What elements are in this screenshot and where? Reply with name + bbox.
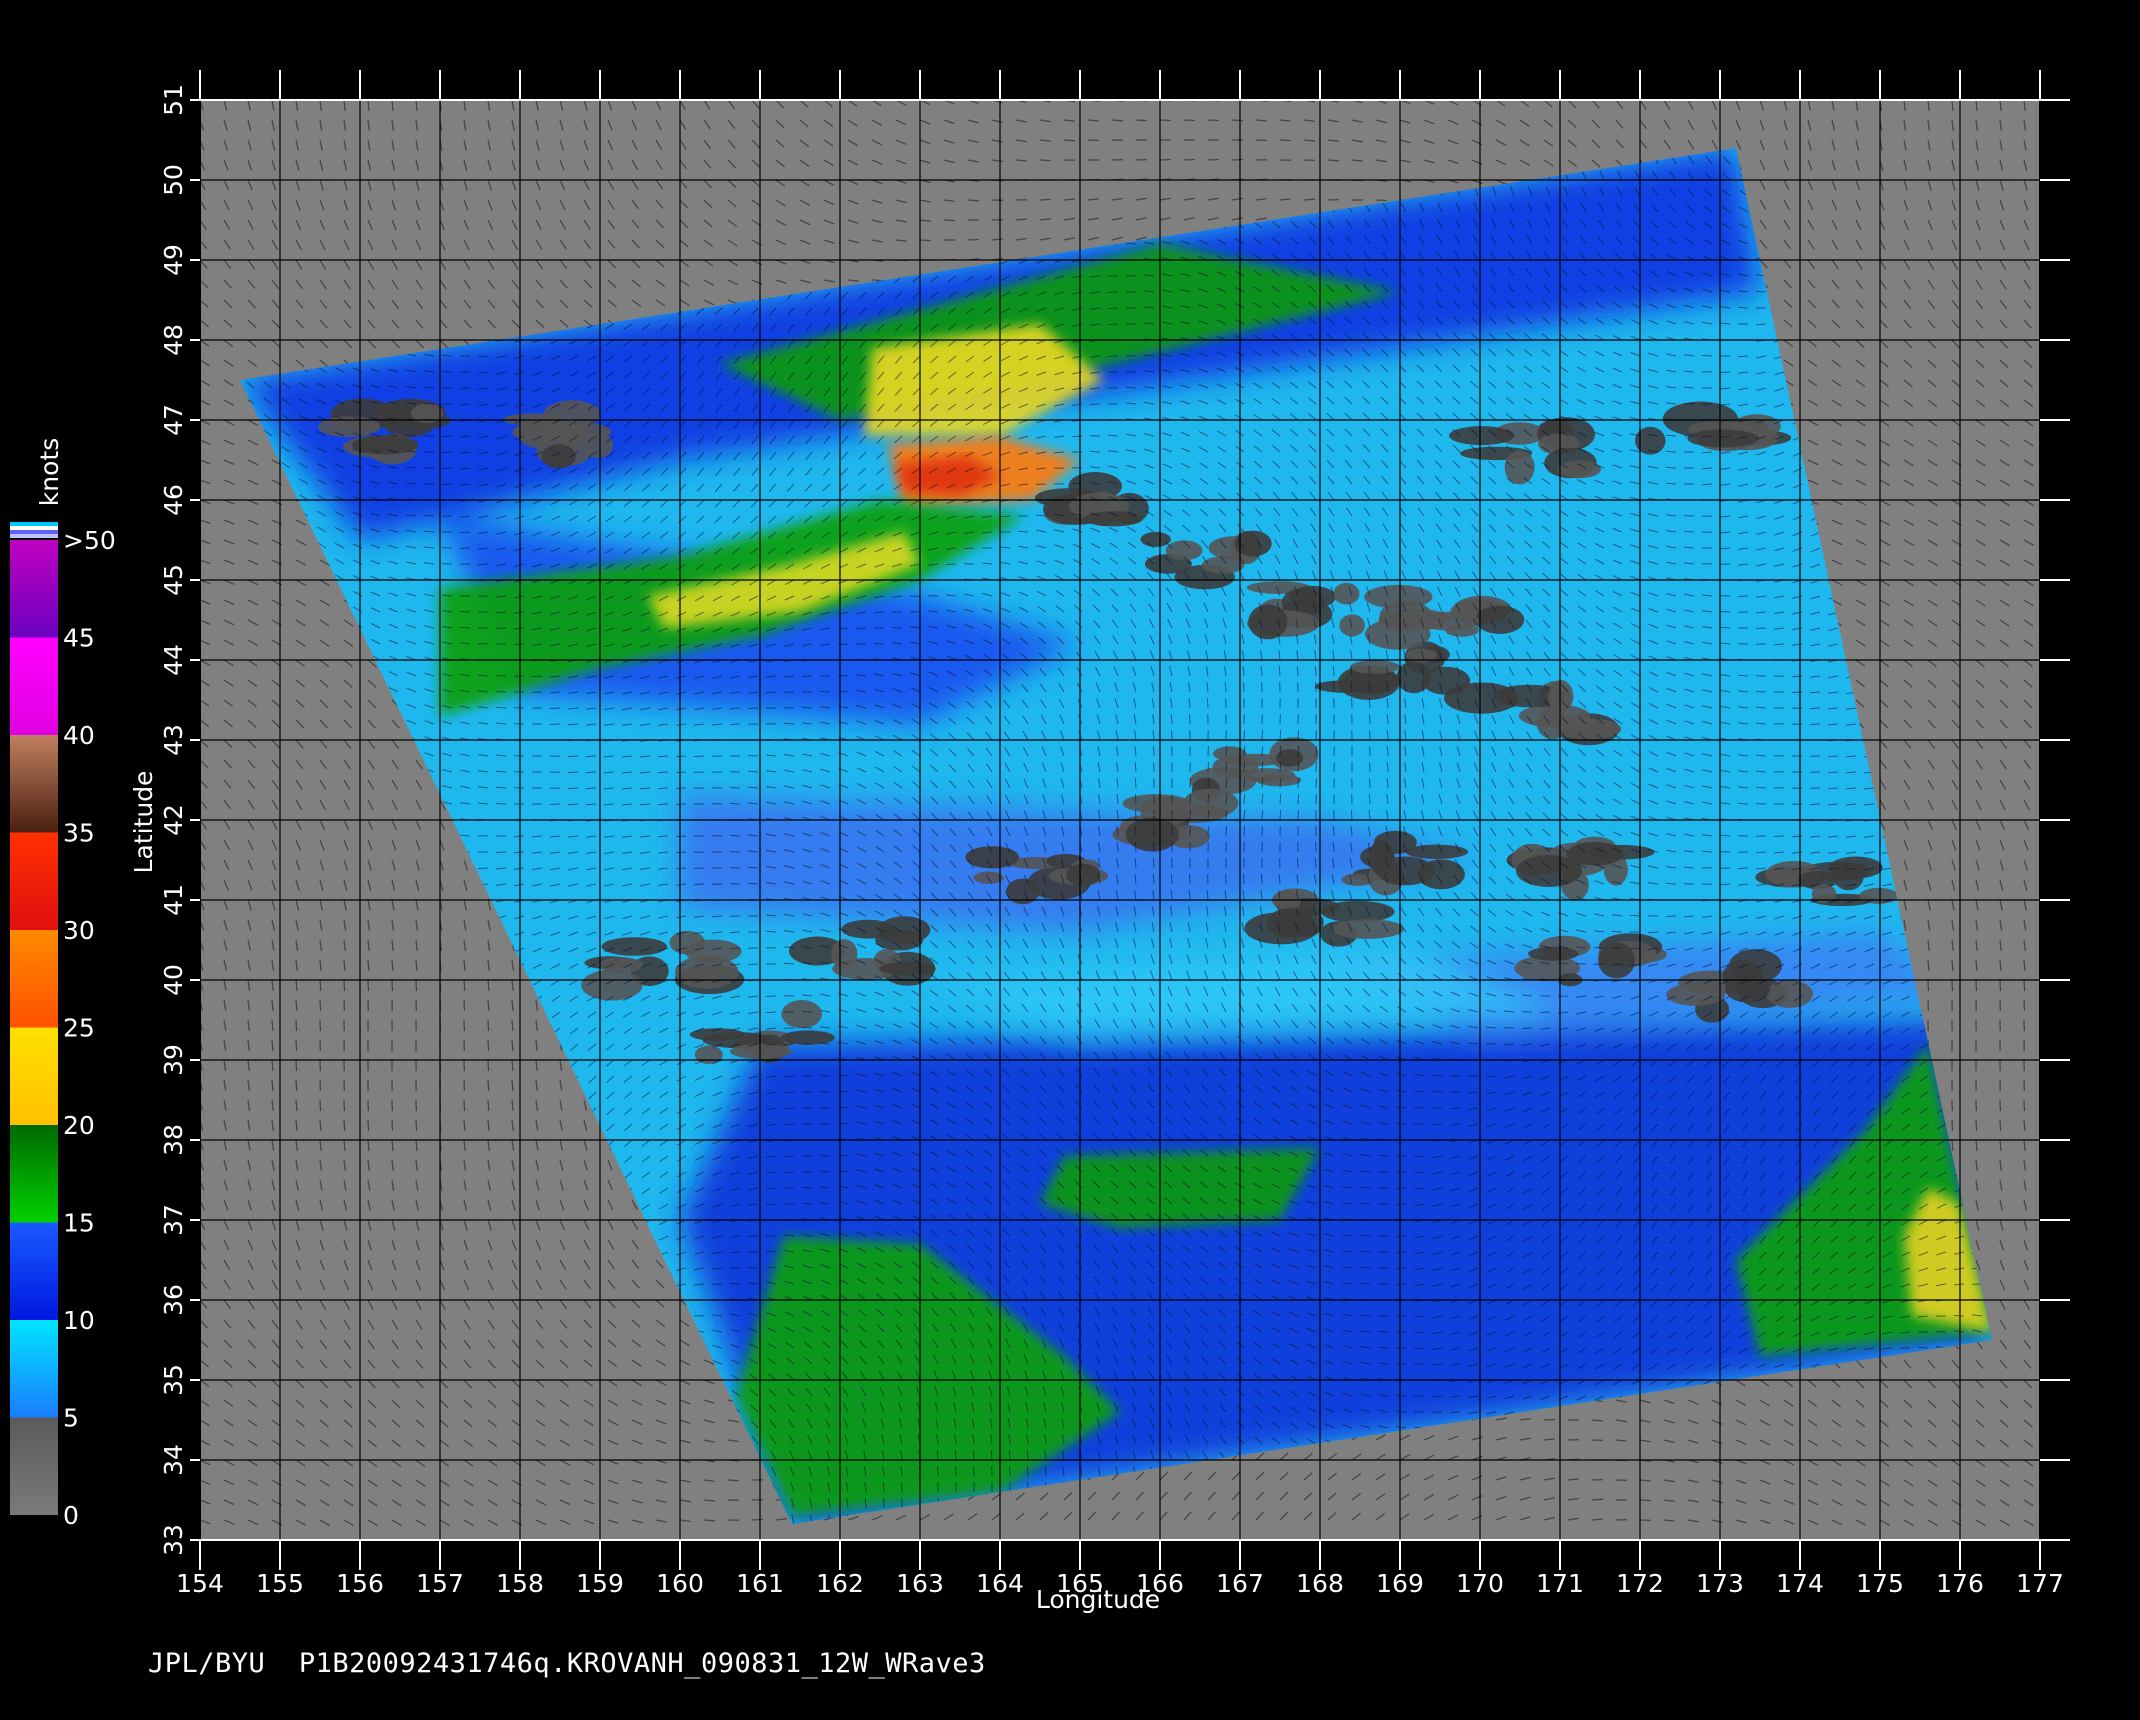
wind-barb xyxy=(1183,119,1196,122)
wind-barb xyxy=(295,999,298,1012)
wind-barb xyxy=(1639,1499,1652,1502)
wind-barb xyxy=(319,979,322,992)
wind-barb xyxy=(463,1119,466,1132)
wind-barb xyxy=(1183,158,1196,161)
wind-barb xyxy=(319,1099,322,1112)
wind-barb xyxy=(415,1139,418,1152)
wind-barb xyxy=(1207,158,1220,161)
wind-barb xyxy=(1375,199,1388,202)
wind-barb xyxy=(391,979,394,992)
wind-barb xyxy=(295,1039,298,1052)
wind-barb xyxy=(943,219,956,222)
wind-barb xyxy=(367,1139,370,1152)
wind-barb xyxy=(1039,198,1052,201)
wind-barb xyxy=(1135,119,1148,122)
wind-barb xyxy=(1279,139,1292,142)
wind-barb xyxy=(271,1059,274,1072)
wind-barb xyxy=(391,1139,394,1152)
wind-barb xyxy=(367,979,370,992)
wind-barb xyxy=(463,999,466,1012)
wind-barb xyxy=(415,1119,418,1132)
wind-barb xyxy=(511,1039,514,1052)
wind-barb xyxy=(1591,1498,1604,1501)
wind-barb xyxy=(511,1059,514,1072)
wind-barb xyxy=(391,959,394,972)
wind-barb xyxy=(1303,198,1316,201)
wind-barb xyxy=(319,999,322,1012)
wind-barb xyxy=(919,239,932,242)
wind-barb xyxy=(487,1019,490,1032)
wind-barb xyxy=(271,1039,274,1052)
wind-barb xyxy=(1063,139,1076,142)
wind-barb xyxy=(967,199,980,202)
wind-barb xyxy=(295,1059,298,1072)
wind-barb xyxy=(343,1119,346,1132)
wind-barb xyxy=(343,979,346,992)
wind-barb xyxy=(319,1119,322,1132)
wind-barb xyxy=(1111,119,1124,122)
wind-barb xyxy=(463,1099,466,1112)
wind-barb xyxy=(295,1019,298,1032)
wind-barb xyxy=(487,1059,490,1072)
wind-barb xyxy=(1015,218,1028,221)
wind-barb xyxy=(1159,119,1172,122)
wind-barb xyxy=(391,1119,394,1132)
wind-barb xyxy=(703,1519,716,1522)
wind-barb xyxy=(295,1079,298,1092)
wind-barb xyxy=(1591,1419,1604,1422)
wind-barb xyxy=(487,1079,490,1092)
wind-barb xyxy=(487,1039,490,1052)
wind-barb xyxy=(1231,119,1244,122)
wind-barb xyxy=(1159,158,1172,161)
wind-barb xyxy=(1543,1418,1556,1421)
wind-barb xyxy=(727,1479,740,1482)
wind-barb xyxy=(415,979,418,992)
wind-barb xyxy=(967,238,980,241)
wind-barb xyxy=(487,999,490,1012)
wind-barb xyxy=(871,279,884,282)
wind-barb xyxy=(1039,159,1052,162)
wind-barb xyxy=(1087,139,1100,142)
wind-barb xyxy=(343,959,346,972)
wind-barb xyxy=(463,979,466,992)
wind-barb xyxy=(367,1119,370,1132)
wind-map: 154 155 156 157 158 159 160 161 162 163 164 165 166 1… xyxy=(10,70,2070,1614)
wind-barb xyxy=(295,1099,298,1112)
wind-barb xyxy=(367,959,370,972)
wind-barb xyxy=(1255,119,1268,122)
wind-barb xyxy=(415,959,418,972)
wind-barb xyxy=(751,1518,764,1521)
wind-barb xyxy=(487,1099,490,1112)
wind-barb xyxy=(1207,119,1220,122)
wind-barb xyxy=(511,1019,514,1032)
wind-barb xyxy=(1327,159,1340,162)
